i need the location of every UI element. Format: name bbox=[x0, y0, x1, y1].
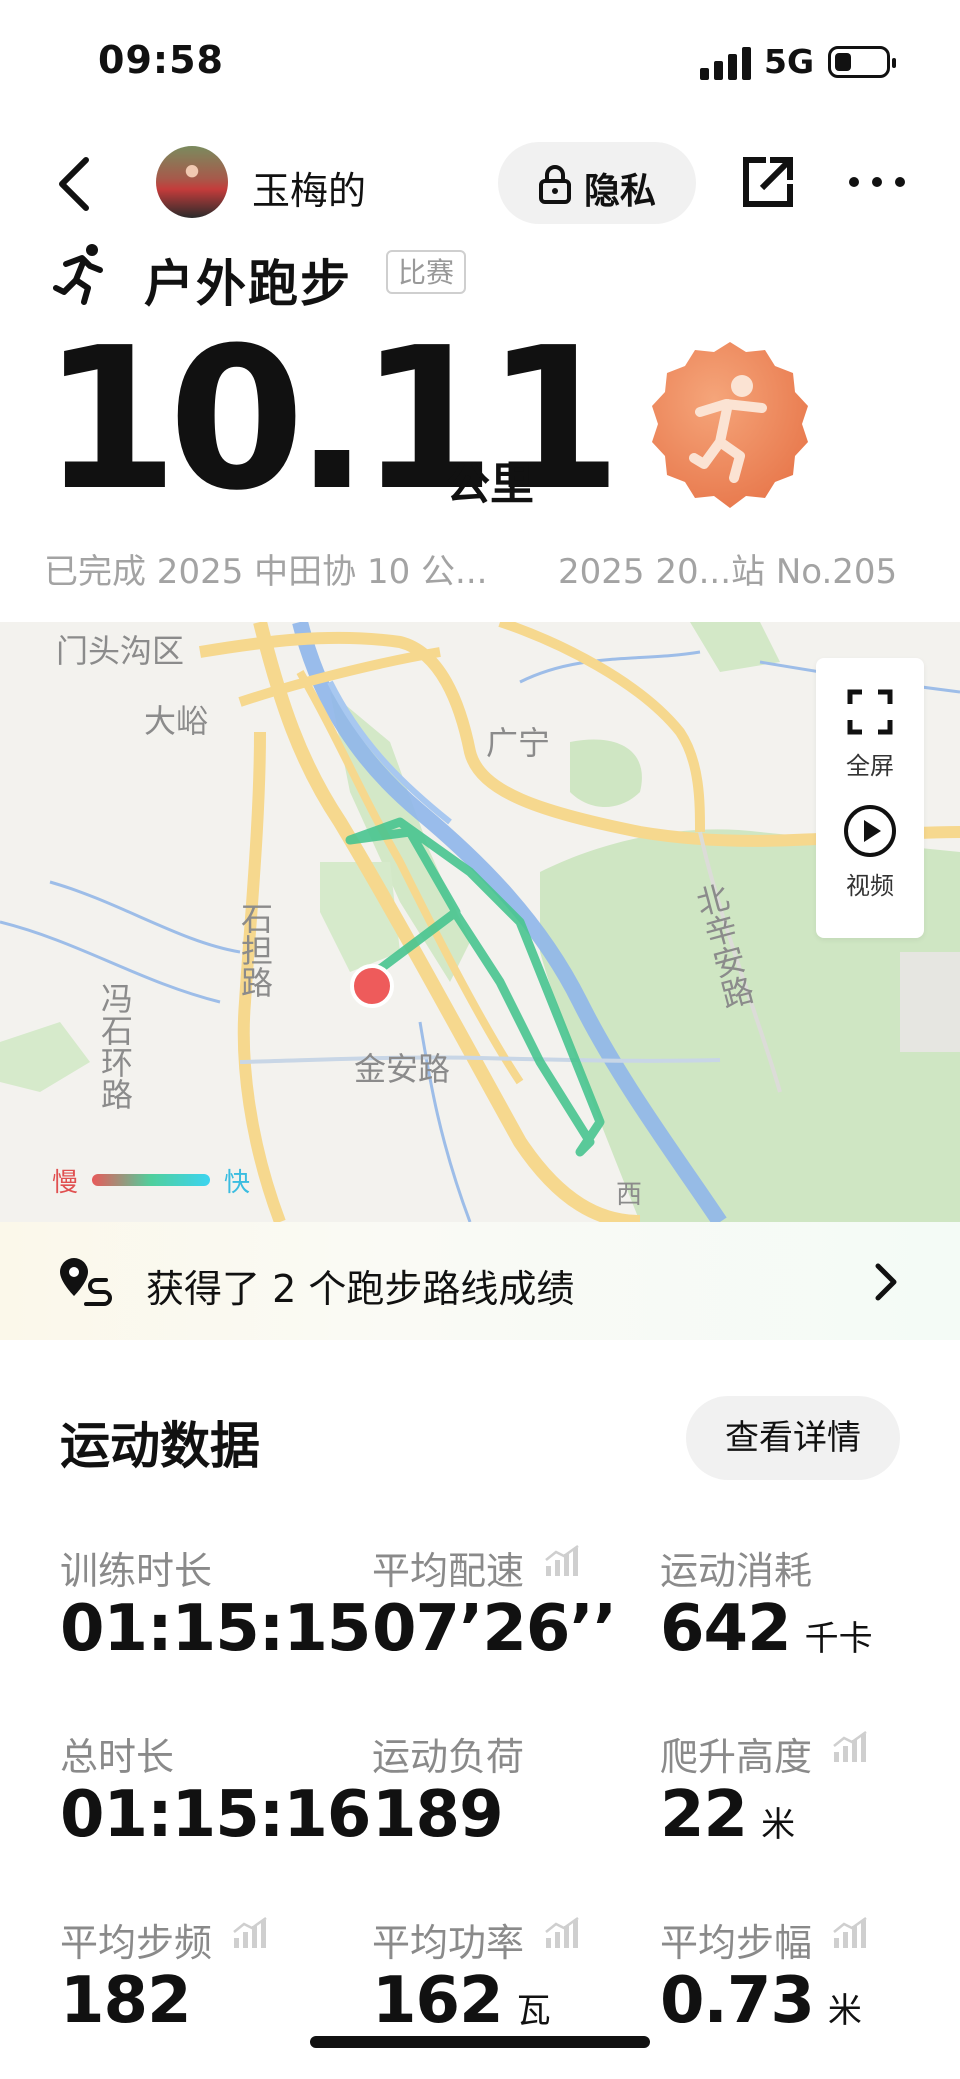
share-button[interactable] bbox=[740, 154, 796, 210]
trend-chart-icon[interactable] bbox=[232, 1916, 268, 1950]
stat-value: 642 千卡 bbox=[660, 1592, 873, 1666]
trend-chart-icon[interactable] bbox=[544, 1544, 580, 1578]
stat-label: 爬升高度 bbox=[660, 1735, 813, 1779]
lock-icon bbox=[539, 165, 571, 204]
network-label: 5G bbox=[764, 42, 815, 81]
stat-label: 训练时长 bbox=[60, 1549, 213, 1593]
route-achievement-row[interactable]: 获得了 2 个跑步路线成绩 bbox=[0, 1222, 960, 1340]
map-label: 石担路 bbox=[236, 902, 274, 998]
stat-unit: 千卡 bbox=[804, 1619, 873, 1659]
map-label: 金安路 bbox=[354, 1050, 451, 1088]
stat-value: 01:15:16 bbox=[60, 1778, 371, 1852]
stat-value: 182 bbox=[60, 1964, 192, 2038]
stat-value: 22 米 bbox=[660, 1778, 796, 1852]
video-button[interactable]: 视频 bbox=[816, 792, 924, 932]
race-tag: 比赛 bbox=[386, 250, 466, 294]
avatar[interactable] bbox=[156, 146, 228, 218]
trend-chart-icon[interactable] bbox=[832, 1916, 868, 1950]
user-name: 玉梅的 bbox=[252, 169, 367, 213]
map-label: 西 bbox=[616, 1180, 643, 1210]
trend-chart-icon[interactable] bbox=[544, 1916, 580, 1950]
section-title: 运动数据 bbox=[60, 1417, 260, 1475]
map-label: 广宁 bbox=[486, 724, 551, 762]
fullscreen-icon bbox=[847, 689, 893, 735]
fullscreen-label: 全屏 bbox=[846, 752, 894, 780]
achievement-text: 获得了 2 个跑步路线成绩 bbox=[146, 1267, 575, 1311]
stat-value: 0.73 米 bbox=[660, 1964, 862, 2038]
stat-label: 平均步幅 bbox=[660, 1921, 813, 1965]
stat-value: 162 瓦 bbox=[372, 1964, 551, 2038]
distance-unit: 公里 bbox=[446, 459, 534, 510]
map-label: 门头沟区 bbox=[56, 632, 185, 670]
privacy-button[interactable]: 隐私 bbox=[498, 142, 696, 224]
stat-value: 189 bbox=[372, 1778, 504, 1852]
stat-label: 运动消耗 bbox=[660, 1549, 813, 1593]
medal-badge-icon[interactable] bbox=[642, 338, 818, 514]
pace-legend-bar bbox=[92, 1174, 210, 1186]
map-controls: 全屏 视频 bbox=[816, 658, 924, 938]
route-map[interactable]: 门头沟区 大峪 广宁 石担路 冯石环路 金安路 北辛安路 西 全屏 视频 慢 快 bbox=[0, 622, 960, 1222]
stat-label: 平均配速 bbox=[372, 1549, 525, 1593]
stat-label: 运动负荷 bbox=[372, 1735, 525, 1779]
event-text[interactable]: 2025 20...站 No.205 bbox=[558, 544, 897, 593]
running-icon bbox=[53, 244, 103, 305]
stat-label: 平均步频 bbox=[60, 1921, 213, 1965]
battery-icon bbox=[828, 46, 896, 78]
status-time: 09:58 bbox=[98, 38, 224, 82]
chevron-right-icon bbox=[875, 1263, 897, 1301]
route-pin-icon bbox=[60, 1258, 112, 1306]
back-button[interactable] bbox=[52, 152, 96, 216]
stat-label: 平均功率 bbox=[372, 1921, 525, 1965]
play-icon bbox=[844, 805, 896, 857]
stat-value: 01:15:15 bbox=[60, 1592, 371, 1666]
video-label: 视频 bbox=[846, 872, 894, 900]
signal-icon bbox=[700, 44, 752, 80]
fullscreen-button[interactable]: 全屏 bbox=[816, 658, 924, 788]
stat-value: 07’26’’ bbox=[372, 1592, 617, 1666]
more-button[interactable] bbox=[846, 158, 908, 206]
chevron-left-icon bbox=[59, 157, 89, 211]
view-details-button[interactable]: 查看详情 bbox=[686, 1396, 900, 1480]
map-label: 大峪 bbox=[144, 702, 209, 740]
legend-slow-label: 慢 bbox=[52, 1168, 79, 1198]
stat-unit: 瓦 bbox=[516, 1991, 551, 2031]
completed-text[interactable]: 已完成 2025 中田协 10 公... bbox=[44, 544, 487, 593]
share-icon bbox=[743, 157, 793, 207]
legend-fast-label: 快 bbox=[224, 1168, 251, 1198]
stat-unit: 米 bbox=[761, 1805, 796, 1845]
more-icon bbox=[849, 177, 905, 187]
trend-chart-icon[interactable] bbox=[832, 1730, 868, 1764]
stat-unit: 米 bbox=[827, 1991, 862, 2031]
home-indicator[interactable] bbox=[310, 2036, 650, 2048]
map-label: 冯石环路 bbox=[96, 982, 134, 1110]
privacy-label: 隐私 bbox=[584, 171, 657, 212]
stat-label: 总时长 bbox=[60, 1735, 175, 1779]
